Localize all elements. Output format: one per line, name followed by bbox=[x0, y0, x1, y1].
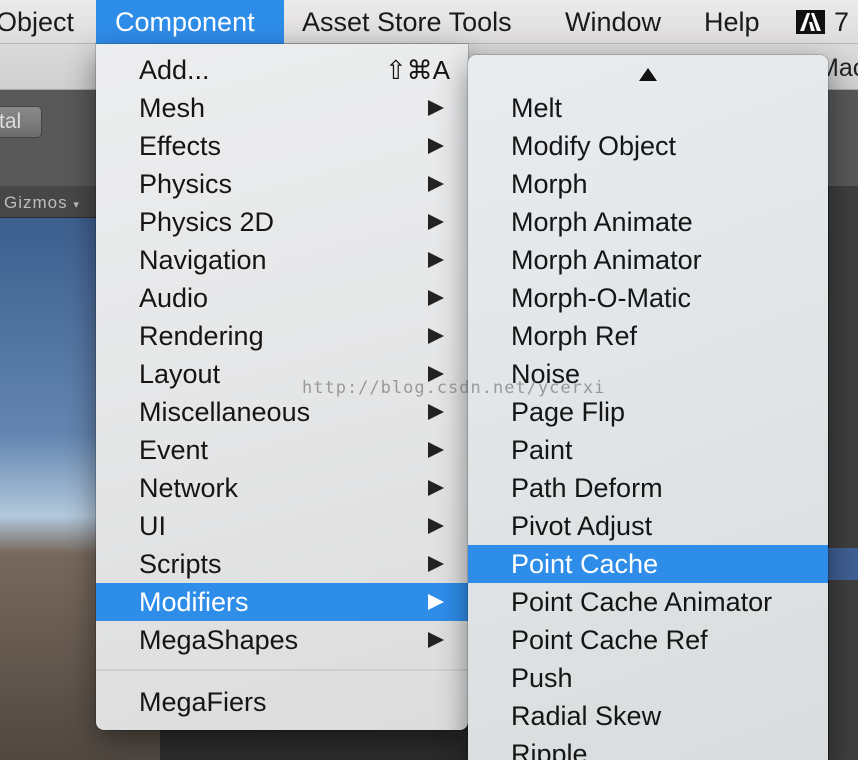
menu-separator bbox=[96, 669, 468, 671]
menu-item-modifiers[interactable]: Modifiers bbox=[96, 583, 468, 621]
menu-item-physics[interactable]: Physics bbox=[96, 165, 468, 203]
scroll-up-arrow-icon[interactable] bbox=[639, 68, 657, 81]
submenu-item-point-cache[interactable]: Point Cache bbox=[468, 545, 828, 583]
menu-item-physics-2d[interactable]: Physics 2D bbox=[96, 203, 468, 241]
menu-item-network[interactable]: Network bbox=[96, 469, 468, 507]
menu-item-megafiers[interactable]: MegaFiers bbox=[96, 683, 468, 721]
submenu-arrow-icon bbox=[428, 632, 444, 648]
submenu-item-paint[interactable]: Paint bbox=[468, 431, 828, 469]
menu-item-label: MegaFiers bbox=[139, 687, 267, 717]
menu-item-label: UI bbox=[139, 511, 166, 541]
menubar-item-help[interactable]: Help bbox=[704, 0, 760, 44]
menu-item-shortcut: ⇧⌘A bbox=[384, 55, 450, 85]
submenu-item-modify-object[interactable]: Modify Object bbox=[468, 127, 828, 165]
menu-item-label: Rendering bbox=[139, 321, 264, 351]
submenu-arrow-icon bbox=[428, 252, 444, 268]
menubar-item-window[interactable]: Window bbox=[565, 0, 661, 44]
submenu-arrow-icon bbox=[428, 518, 444, 534]
submenu-arrow-icon bbox=[428, 290, 444, 306]
submenu-arrow-icon bbox=[428, 480, 444, 496]
menu-item-label: Scripts bbox=[139, 549, 222, 579]
menu-item-miscellaneous[interactable]: Miscellaneous bbox=[96, 393, 468, 431]
submenu-arrow-icon bbox=[428, 100, 444, 116]
menu-item-label: Modifiers bbox=[139, 587, 249, 617]
submenu-item-morph-animate[interactable]: Morph Animate bbox=[468, 203, 828, 241]
menu-item-add[interactable]: Add... ⇧⌘A bbox=[96, 51, 468, 89]
submenu-arrow-icon bbox=[428, 442, 444, 458]
submenu-item-melt[interactable]: Melt bbox=[468, 89, 828, 127]
watermark: http://blog.csdn.net/ycerxi bbox=[302, 378, 606, 398]
submenu-item-push[interactable]: Push bbox=[468, 659, 828, 697]
menubar-extra-label[interactable]: 7 bbox=[834, 0, 849, 44]
menu-item-label: Mesh bbox=[139, 93, 206, 123]
chevron-down-icon: ▾ bbox=[73, 199, 80, 211]
submenu-item-ripple[interactable]: Ripple bbox=[468, 735, 828, 760]
submenu-item-morph-o-matic[interactable]: Morph-O-Matic bbox=[468, 279, 828, 317]
menubar-item-object[interactable]: Object bbox=[0, 0, 74, 44]
menu-item-ui[interactable]: UI bbox=[96, 507, 468, 545]
submenu-item-morph[interactable]: Morph bbox=[468, 165, 828, 203]
menubar: Object Component Asset Store Tools Windo… bbox=[0, 0, 858, 44]
submenu-arrow-icon bbox=[428, 594, 444, 610]
modifiers-submenu: Melt Modify Object Morph Morph Animate M… bbox=[468, 55, 828, 760]
menu-item-label: Physics bbox=[139, 169, 233, 199]
submenu-arrow-icon bbox=[428, 138, 444, 154]
toolbar-button[interactable]: tal bbox=[0, 106, 42, 138]
menu-item-label: Audio bbox=[139, 283, 209, 313]
menu-item-label: Add... bbox=[139, 55, 210, 85]
inspector-selected-row bbox=[828, 548, 858, 580]
submenu-item-morph-ref[interactable]: Morph Ref bbox=[468, 317, 828, 355]
submenu-item-point-cache-animator[interactable]: Point Cache Animator bbox=[468, 583, 828, 621]
menu-item-navigation[interactable]: Navigation bbox=[96, 241, 468, 279]
submenu-item-pivot-adjust[interactable]: Pivot Adjust bbox=[468, 507, 828, 545]
submenu-arrow-icon bbox=[428, 404, 444, 420]
menu-item-mesh[interactable]: Mesh bbox=[96, 89, 468, 127]
submenu-item-path-deform[interactable]: Path Deform bbox=[468, 469, 828, 507]
menu-item-label: Network bbox=[139, 473, 239, 503]
menu-item-label: Navigation bbox=[139, 245, 267, 275]
menu-item-scripts[interactable]: Scripts bbox=[96, 545, 468, 583]
menu-item-megashapes[interactable]: MegaShapes bbox=[96, 621, 468, 659]
gizmos-label: Gizmos bbox=[4, 193, 68, 212]
menu-item-label: Event bbox=[139, 435, 209, 465]
menubar-item-component[interactable]: Component bbox=[96, 0, 284, 44]
submenu-item-morph-animator[interactable]: Morph Animator bbox=[468, 241, 828, 279]
menu-item-event[interactable]: Event bbox=[96, 431, 468, 469]
menubar-item-asset-store-tools[interactable]: Asset Store Tools bbox=[302, 0, 512, 44]
submenu-item-radial-skew[interactable]: Radial Skew bbox=[468, 697, 828, 735]
menu-item-label: Layout bbox=[139, 359, 221, 389]
submenu-arrow-icon bbox=[428, 214, 444, 230]
submenu-arrow-icon bbox=[428, 556, 444, 572]
menu-item-label: MegaShapes bbox=[139, 625, 299, 655]
submenu-item-point-cache-ref[interactable]: Point Cache Ref bbox=[468, 621, 828, 659]
inspector-panel bbox=[828, 186, 858, 760]
menu-item-effects[interactable]: Effects bbox=[96, 127, 468, 165]
menu-item-label: Effects bbox=[139, 131, 222, 161]
menu-item-label: Miscellaneous bbox=[139, 397, 311, 427]
menu-item-audio[interactable]: Audio bbox=[96, 279, 468, 317]
gizmos-dropdown[interactable]: Gizmos ▾ bbox=[0, 190, 80, 216]
menu-item-label: Physics 2D bbox=[139, 207, 275, 237]
submenu-arrow-icon bbox=[428, 176, 444, 192]
submenu-arrow-icon bbox=[428, 328, 444, 344]
menu-item-rendering[interactable]: Rendering bbox=[96, 317, 468, 355]
submenu-item-page-flip[interactable]: Page Flip bbox=[468, 393, 828, 431]
adobe-icon[interactable] bbox=[796, 10, 825, 34]
